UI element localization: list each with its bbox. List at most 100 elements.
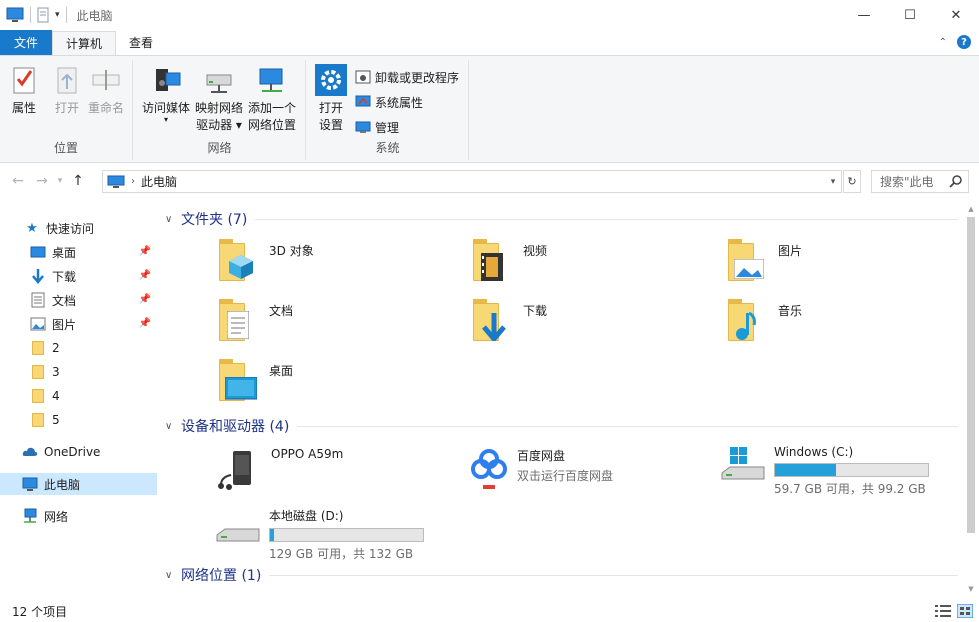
folder-tile-3d-objects[interactable]: 3D 对象 — [215, 237, 314, 285]
quick-access-toolbar: ▾ — [6, 7, 67, 23]
device-tile-oppo[interactable]: OPPO A59m — [215, 445, 343, 493]
back-arrow-icon[interactable]: ← — [6, 173, 30, 189]
sidebar-item-folder-5[interactable]: 5 — [0, 409, 157, 431]
computer-icon — [22, 476, 38, 492]
chevron-up-icon[interactable]: ⌃ — [939, 37, 947, 48]
chevron-down-icon[interactable]: ∨ — [165, 214, 181, 225]
system-properties-button[interactable]: 系统属性 — [355, 91, 423, 113]
document-icon — [30, 292, 46, 308]
section-divider — [255, 219, 958, 220]
folder-tile-music[interactable]: 音乐 — [724, 297, 802, 345]
download-arrow-icon — [481, 313, 507, 341]
tab-computer[interactable]: 计算机 — [52, 31, 116, 55]
sidebar-item-pictures[interactable]: 图片 📌 — [0, 313, 157, 335]
folder-tile-documents[interactable]: 文档 — [215, 297, 293, 345]
access-media-button[interactable]: 访问媒体 ▾ — [142, 64, 190, 123]
help-icon[interactable]: ? — [957, 35, 971, 49]
media-icon — [150, 65, 182, 95]
3d-objects-icon — [227, 253, 255, 281]
pin-icon[interactable]: 📌 — [139, 294, 151, 305]
address-dropdown-icon[interactable]: ▾ — [825, 171, 841, 192]
chevron-down-icon[interactable]: ∨ — [165, 570, 181, 581]
breadcrumb-separator-icon[interactable]: › — [131, 176, 135, 187]
folder-tile-videos[interactable]: 视频 — [469, 237, 547, 285]
scroll-down-arrow-icon[interactable]: ▼ — [963, 585, 979, 595]
drive-c-usage-fill — [775, 464, 836, 476]
sidebar-item-downloads[interactable]: 下载 📌 — [0, 265, 157, 287]
folder-tile-downloads[interactable]: 下载 — [469, 297, 547, 345]
scroll-up-arrow-icon[interactable]: ▲ — [963, 205, 979, 215]
manage-icon — [355, 119, 371, 135]
manage-button[interactable]: 管理 — [355, 116, 399, 138]
section-divider — [297, 426, 958, 427]
pin-icon[interactable]: 📌 — [139, 318, 151, 329]
map-network-drive-button[interactable]: 映射网络 驱动器 ▾ — [195, 64, 243, 134]
rename-button[interactable]: 重命名 — [88, 64, 124, 117]
windows-drive-icon — [720, 443, 766, 491]
open-settings-button[interactable]: 打开 设置 — [315, 64, 347, 134]
status-bar: 12 个项目 — [0, 600, 979, 622]
folder-tile-desktop[interactable]: 桌面 — [215, 357, 293, 405]
device-tile-baidu[interactable]: 百度网盘 双击运行百度网盘 — [469, 445, 613, 493]
cloud-icon — [22, 444, 38, 460]
ribbon-tabs: 文件 计算机 查看 ⌃ ? — [0, 30, 979, 55]
large-icons-view-icon[interactable] — [957, 604, 973, 618]
maximize-button[interactable]: ☐ — [887, 0, 933, 30]
drive-d-usage-fill — [270, 529, 274, 541]
address-bar[interactable]: › 此电脑 ▾ — [102, 170, 842, 193]
forward-arrow-icon[interactable]: → — [30, 173, 54, 189]
window-title: 此电脑 — [77, 7, 113, 24]
pin-icon[interactable]: 📌 — [139, 270, 151, 281]
device-tile-drive-d[interactable]: 本地磁盘 (D:) 129 GB 可用，共 132 GB — [215, 505, 424, 562]
ribbon-group-label: 系统 — [307, 139, 468, 156]
mobile-phone-icon — [215, 445, 263, 493]
up-arrow-icon[interactable]: ↑ — [66, 173, 90, 189]
desktop-icon — [30, 244, 46, 260]
tab-view[interactable]: 查看 — [116, 30, 166, 55]
ribbon-group-label: 网络 — [134, 139, 305, 156]
sidebar-item-this-pc[interactable]: 此电脑 — [0, 473, 157, 495]
folder-icon — [30, 340, 46, 356]
details-view-icon[interactable] — [935, 604, 951, 618]
vertical-scrollbar[interactable]: ▲ ▼ — [963, 205, 979, 595]
folder-tile-pictures[interactable]: 图片 — [724, 237, 802, 285]
refresh-button[interactable]: ↻ — [843, 170, 861, 193]
device-tile-drive-c[interactable]: Windows (C:) 59.7 GB 可用，共 99.2 GB — [720, 443, 929, 497]
sidebar-item-onedrive[interactable]: OneDrive — [0, 441, 157, 463]
recent-locations-chevron-icon[interactable]: ▾ — [54, 176, 66, 186]
sidebar-item-folder-4[interactable]: 4 — [0, 385, 157, 407]
system-properties-icon — [355, 94, 371, 110]
desktop-monitor-icon — [225, 377, 257, 401]
properties-quick-icon[interactable] — [37, 7, 49, 23]
properties-button[interactable]: 属性 — [8, 64, 40, 117]
breadcrumb-this-pc[interactable]: 此电脑 — [141, 173, 177, 190]
film-icon — [481, 253, 503, 281]
section-header-folders[interactable]: ∨ 文件夹 (7) — [165, 208, 958, 230]
sidebar-item-folder-3[interactable]: 3 — [0, 361, 157, 383]
ribbon-group-system: 打开 设置 卸载或更改程序 系统属性 管理 系统 — [307, 60, 469, 160]
chevron-down-icon[interactable]: ▾ — [55, 10, 60, 20]
add-network-location-button[interactable]: 添加一个 网络位置 — [248, 64, 296, 134]
minimize-button[interactable]: — — [841, 0, 887, 30]
sidebar-item-network[interactable]: 网络 — [0, 505, 157, 527]
sidebar-item-documents[interactable]: 文档 📌 — [0, 289, 157, 311]
baidu-cloud-icon — [469, 445, 509, 493]
tab-file[interactable]: 文件 — [0, 30, 52, 55]
scrollbar-thumb[interactable] — [967, 217, 975, 533]
pin-icon[interactable]: 📌 — [139, 246, 151, 257]
search-box[interactable]: 搜索"此电 — [871, 170, 969, 193]
section-header-devices[interactable]: ∨ 设备和驱动器 (4) — [165, 415, 958, 437]
network-icon — [22, 508, 38, 524]
sidebar-item-desktop[interactable]: 桌面 📌 — [0, 241, 157, 263]
navigation-bar: ← → ▾ ↑ › 此电脑 ▾ ↻ 搜索"此电 — [0, 167, 979, 195]
document-icon — [227, 311, 249, 339]
computer-icon — [107, 175, 125, 189]
sidebar-item-folder-2[interactable]: 2 — [0, 337, 157, 359]
star-icon: ★ — [24, 220, 40, 236]
chevron-down-icon[interactable]: ∨ — [165, 421, 181, 432]
close-button[interactable]: ✕ — [933, 0, 979, 30]
uninstall-programs-button[interactable]: 卸载或更改程序 — [355, 66, 459, 88]
open-button[interactable]: 打开 — [51, 64, 83, 117]
section-header-network-locations[interactable]: ∨ 网络位置 (1) — [165, 564, 958, 586]
sidebar-item-quick-access[interactable]: ★ 快速访问 — [0, 217, 157, 239]
